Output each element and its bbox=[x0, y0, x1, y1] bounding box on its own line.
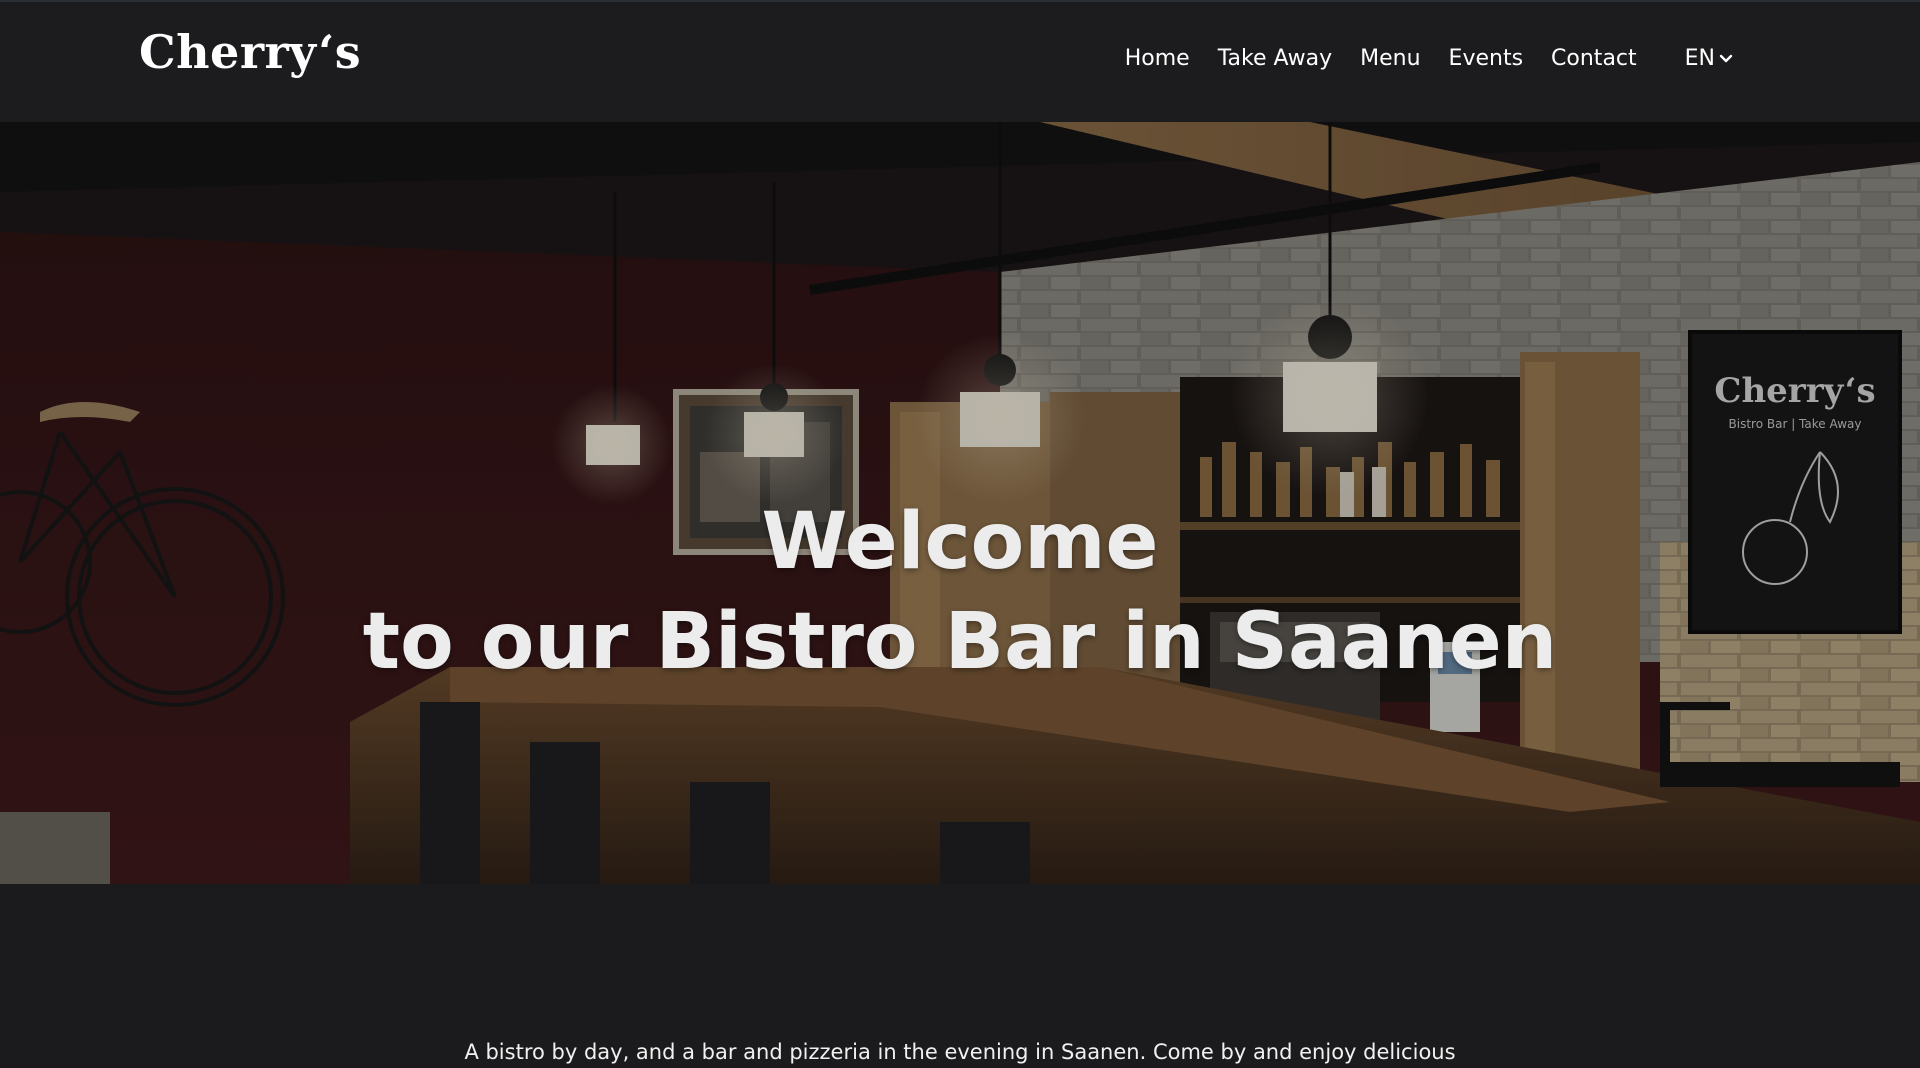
intro-text: A bistro by day, and a bar and pizzeria … bbox=[464, 1040, 1456, 1068]
hero-title-line1: Welcome bbox=[761, 497, 1159, 588]
site-header: Cherry‘s Home Take Away Menu Events Cont… bbox=[0, 0, 1920, 122]
intro-section: A bistro by day, and a bar and pizzeria … bbox=[0, 884, 1920, 1068]
nav-contact[interactable]: Contact bbox=[1551, 46, 1637, 71]
language-selector[interactable]: EN bbox=[1685, 46, 1733, 71]
chevron-down-icon bbox=[1719, 54, 1733, 62]
hero-title: Welcome to our Bistro Bar in Saanen bbox=[0, 492, 1920, 692]
page: Cherry‘s Home Take Away Menu Events Cont… bbox=[0, 0, 1920, 1068]
main-nav: Home Take Away Menu Events Contact EN bbox=[1097, 46, 1733, 71]
hero-title-line2: to our Bistro Bar in Saanen bbox=[362, 597, 1558, 688]
hero-section: Cherry‘s Bistro Bar | Take Away Welcome … bbox=[0, 122, 1920, 884]
nav-home[interactable]: Home bbox=[1125, 46, 1190, 71]
site-logo[interactable]: Cherry‘s bbox=[139, 29, 361, 75]
nav-menu[interactable]: Menu bbox=[1360, 46, 1420, 71]
nav-events[interactable]: Events bbox=[1449, 46, 1524, 71]
nav-take-away[interactable]: Take Away bbox=[1218, 46, 1332, 71]
language-label: EN bbox=[1684, 46, 1715, 71]
